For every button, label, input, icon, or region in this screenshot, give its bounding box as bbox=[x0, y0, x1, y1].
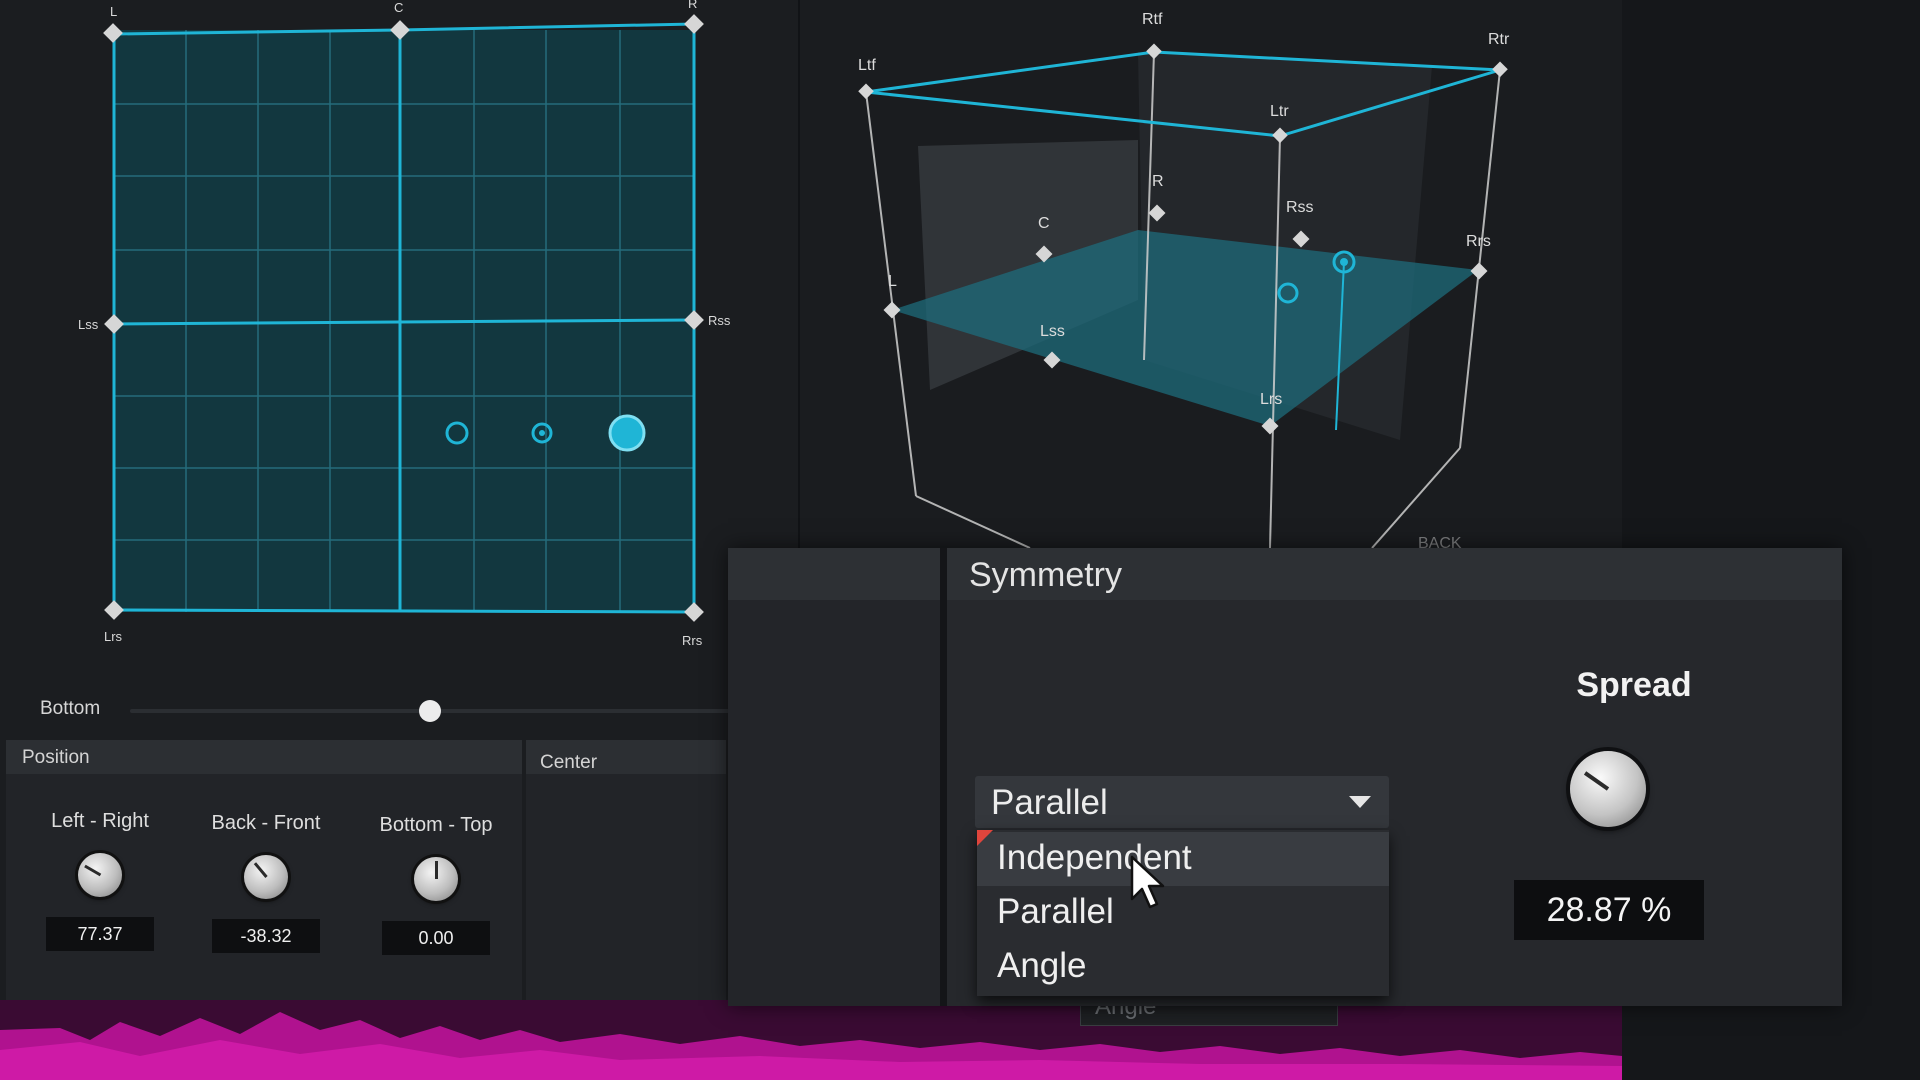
3d-label-Ltf: Ltf bbox=[858, 57, 876, 74]
bottom-top-control: Bottom - Top 0.00 bbox=[356, 814, 516, 955]
source-right-marker bbox=[608, 414, 646, 452]
center-panel: Center bbox=[526, 740, 726, 1012]
symmetry-left-column bbox=[728, 548, 940, 1006]
bottom-slider-row: Bottom bbox=[40, 690, 730, 730]
back-front-label: Back - Front bbox=[211, 812, 321, 834]
3d-label-C: C bbox=[1038, 215, 1050, 232]
bottom-top-value[interactable]: 0.00 bbox=[382, 921, 490, 955]
3d-label-Rtf: Rtf bbox=[1142, 11, 1163, 28]
label-L: L bbox=[110, 4, 117, 19]
chevron-down-icon[interactable] bbox=[1349, 796, 1371, 808]
bottom-slider-thumb[interactable] bbox=[419, 700, 441, 722]
panner-3d-view[interactable]: Ltf Rtf Rtr Ltr C R Rss Rrs L Lss Lrs BA… bbox=[800, 0, 1622, 548]
menu-item-independent[interactable]: Independent bbox=[977, 832, 1389, 886]
label-Lss: Lss bbox=[78, 317, 99, 332]
center-title: Center bbox=[540, 752, 598, 773]
spread-knob[interactable] bbox=[1570, 751, 1646, 827]
left-right-label: Left - Right bbox=[51, 810, 149, 832]
symmetry-title: Symmetry bbox=[969, 556, 1122, 594]
symmetry-mode-menu: Independent Parallel Angle bbox=[977, 830, 1389, 996]
3d-label-R: R bbox=[1152, 173, 1164, 190]
3d-label-Ltr: Ltr bbox=[1270, 103, 1289, 120]
back-front-knob[interactable] bbox=[244, 855, 288, 899]
center-header: Center bbox=[526, 740, 726, 774]
label-Rss: Rss bbox=[708, 313, 731, 328]
position-header: Position bbox=[6, 740, 522, 774]
symmetry-mode-dropdown[interactable]: Parallel bbox=[975, 776, 1389, 828]
3d-label-Rrs: Rrs bbox=[1466, 233, 1491, 250]
symmetry-header: Symmetry bbox=[947, 548, 1842, 600]
spread-value[interactable]: 28.87 % bbox=[1514, 880, 1704, 940]
position-panel: Position Left - Right 77.37 Back - Front… bbox=[6, 740, 522, 1012]
3d-label-Lss: Lss bbox=[1040, 323, 1065, 340]
bottom-top-knob[interactable] bbox=[414, 857, 458, 901]
left-right-control: Left - Right 77.37 bbox=[20, 810, 180, 951]
3d-label-back: BACK bbox=[1418, 535, 1462, 548]
back-front-value[interactable]: -38.32 bbox=[212, 919, 320, 953]
selection-marker-icon bbox=[977, 830, 993, 846]
panner-2d-area: L C R Lss Rss Lrs Rrs Bottom Position Le… bbox=[0, 0, 800, 1080]
left-right-value[interactable]: 77.37 bbox=[46, 917, 154, 951]
symmetry-panel: Symmetry Parallel Independent Parallel A… bbox=[728, 548, 1842, 1006]
bottom-top-label: Bottom - Top bbox=[379, 814, 493, 836]
label-Lrs: Lrs bbox=[104, 629, 123, 644]
3d-label-L: L bbox=[888, 273, 897, 290]
dropdown-selected-value: Parallel bbox=[991, 783, 1108, 822]
position-title: Position bbox=[22, 747, 90, 768]
bottom-label: Bottom bbox=[40, 698, 101, 719]
mouse-cursor-icon bbox=[1130, 855, 1165, 909]
panner-2d-grid[interactable]: L C R Lss Rss Lrs Rrs bbox=[0, 0, 800, 680]
left-right-knob[interactable] bbox=[78, 853, 122, 897]
label-C: C bbox=[394, 0, 403, 15]
3d-label-Rtr: Rtr bbox=[1488, 31, 1510, 48]
back-front-control: Back - Front -38.32 bbox=[186, 812, 346, 953]
waveform-strip bbox=[0, 1000, 1622, 1080]
menu-item-angle[interactable]: Angle bbox=[977, 940, 1389, 994]
menu-item-parallel[interactable]: Parallel bbox=[977, 886, 1389, 940]
3d-label-Lrs: Lrs bbox=[1260, 391, 1282, 408]
label-R: R bbox=[688, 0, 697, 11]
3d-label-Rss: Rss bbox=[1286, 199, 1314, 216]
symmetry-left-header bbox=[728, 548, 940, 600]
symmetry-column-divider bbox=[940, 548, 947, 1006]
label-Rrs: Rrs bbox=[682, 633, 703, 648]
spread-label: Spread bbox=[1576, 666, 1692, 704]
